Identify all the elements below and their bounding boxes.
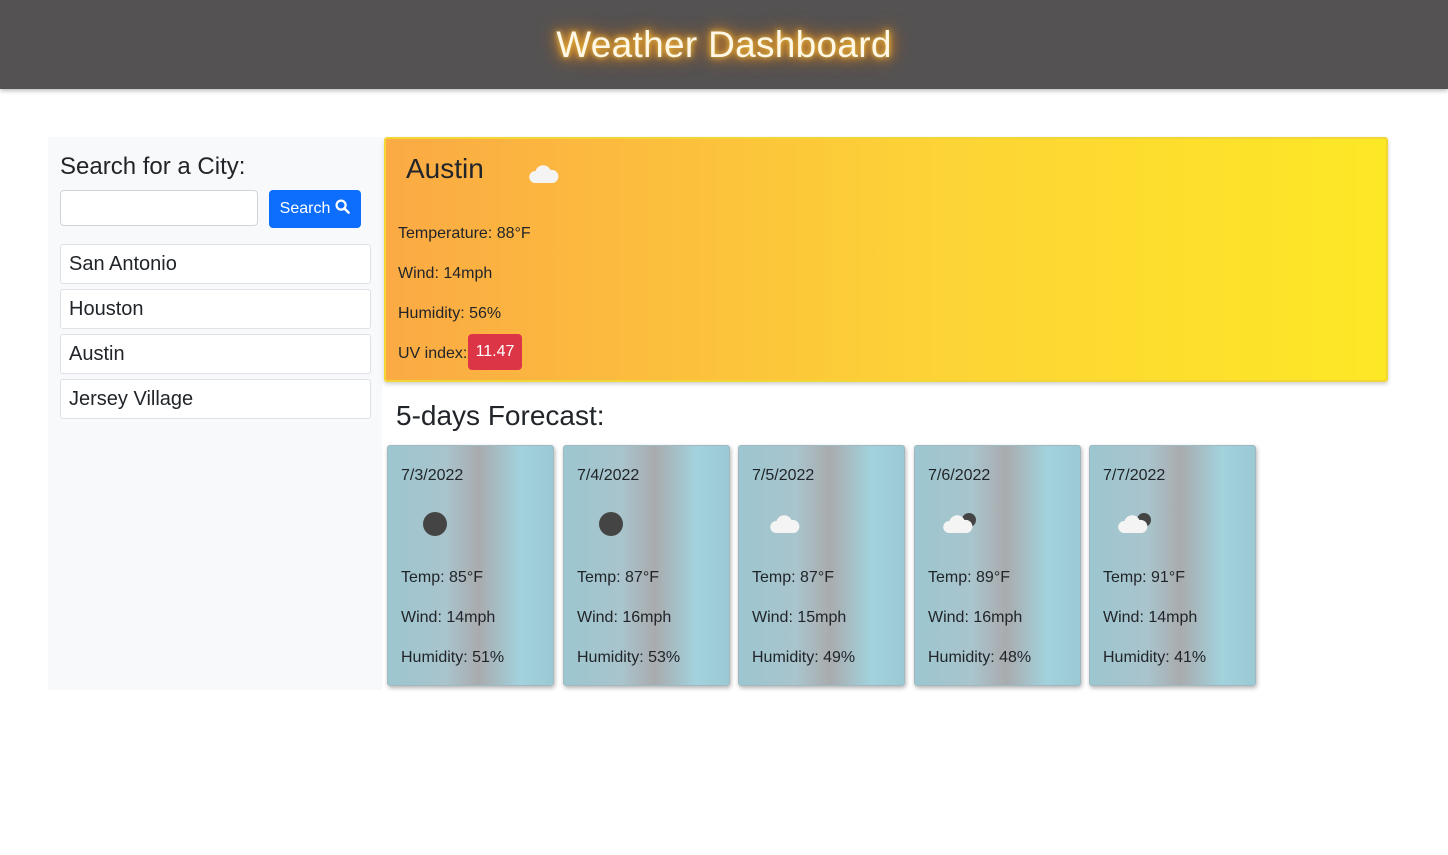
forecast-date: 7/4/2022 xyxy=(577,467,640,484)
forecast-humidity: Humidity: 48% xyxy=(928,649,1032,666)
forecast-temp: Temp: 91°F xyxy=(1103,569,1185,586)
cloud-moon-icon xyxy=(1118,508,1158,543)
moon-icon xyxy=(592,508,632,543)
history-item-san-antonio[interactable]: San Antonio xyxy=(60,244,371,284)
history-item-jersey-village[interactable]: Jersey Village xyxy=(60,379,371,419)
current-city-name: Austin xyxy=(406,153,484,184)
forecast-humidity: Humidity: 51% xyxy=(401,649,505,666)
moon-icon xyxy=(416,508,456,543)
current-weather-card: Austin Temperature: 88°F Wind: 14mph Hum… xyxy=(384,137,1388,382)
forecast-humidity: Humidity: 41% xyxy=(1103,649,1207,666)
current-temperature: Temperature: 88°F xyxy=(398,225,531,242)
search-history-list: San Antonio Houston Austin Jersey Villag… xyxy=(60,244,371,424)
forecast-date: 7/6/2022 xyxy=(928,467,991,484)
search-sidebar: Search for a City: Search San Antonio Ho… xyxy=(48,137,382,690)
search-button[interactable]: Search xyxy=(269,190,361,228)
current-wind: Wind: 14mph xyxy=(398,265,493,282)
forecast-humidity: Humidity: 53% xyxy=(577,649,681,666)
forecast-card: 7/7/2022 Temp: 91°F Wind: 14mph Humidity… xyxy=(1089,445,1256,686)
forecast-card: 7/6/2022 Temp: 89°F Wind: 16mph Humidity… xyxy=(914,445,1081,686)
page-title: Weather Dashboard xyxy=(556,23,892,65)
search-heading: Search for a City: xyxy=(60,153,246,180)
search-icon xyxy=(335,199,351,219)
forecast-humidity: Humidity: 49% xyxy=(752,649,856,666)
forecast-card: 7/4/2022 Temp: 87°F Wind: 16mph Humidity… xyxy=(563,445,730,686)
forecast-wind: Wind: 15mph xyxy=(752,609,847,626)
uv-index-badge: 11.47 xyxy=(468,334,522,370)
search-button-label: Search xyxy=(279,200,331,217)
forecast-date: 7/5/2022 xyxy=(752,467,815,484)
forecast-temp: Temp: 85°F xyxy=(401,569,483,586)
forecast-wind: Wind: 14mph xyxy=(1103,609,1198,626)
forecast-date: 7/3/2022 xyxy=(401,467,464,484)
history-item-austin[interactable]: Austin xyxy=(60,334,371,374)
forecast-date: 7/7/2022 xyxy=(1103,467,1166,484)
forecast-title: 5-days Forecast: xyxy=(396,400,605,431)
city-search-input[interactable] xyxy=(60,190,258,226)
current-humidity: Humidity: 56% xyxy=(398,305,502,322)
page-header: Weather Dashboard xyxy=(0,0,1448,89)
forecast-card: 7/5/2022 Temp: 87°F Wind: 15mph Humidity… xyxy=(738,445,905,686)
forecast-temp: Temp: 87°F xyxy=(752,569,834,586)
cloud-icon xyxy=(528,163,560,190)
forecast-wind: Wind: 16mph xyxy=(928,609,1023,626)
cloud-icon xyxy=(767,508,807,543)
forecast-temp: Temp: 87°F xyxy=(577,569,659,586)
forecast-wind: Wind: 16mph xyxy=(577,609,672,626)
forecast-temp: Temp: 89°F xyxy=(928,569,1010,586)
cloud-moon-icon xyxy=(943,508,983,543)
history-item-houston[interactable]: Houston xyxy=(60,289,371,329)
uv-index-label: UV index: xyxy=(398,345,468,362)
forecast-wind: Wind: 14mph xyxy=(401,609,496,626)
forecast-card: 7/3/2022 Temp: 85°F Wind: 14mph Humidity… xyxy=(387,445,554,686)
